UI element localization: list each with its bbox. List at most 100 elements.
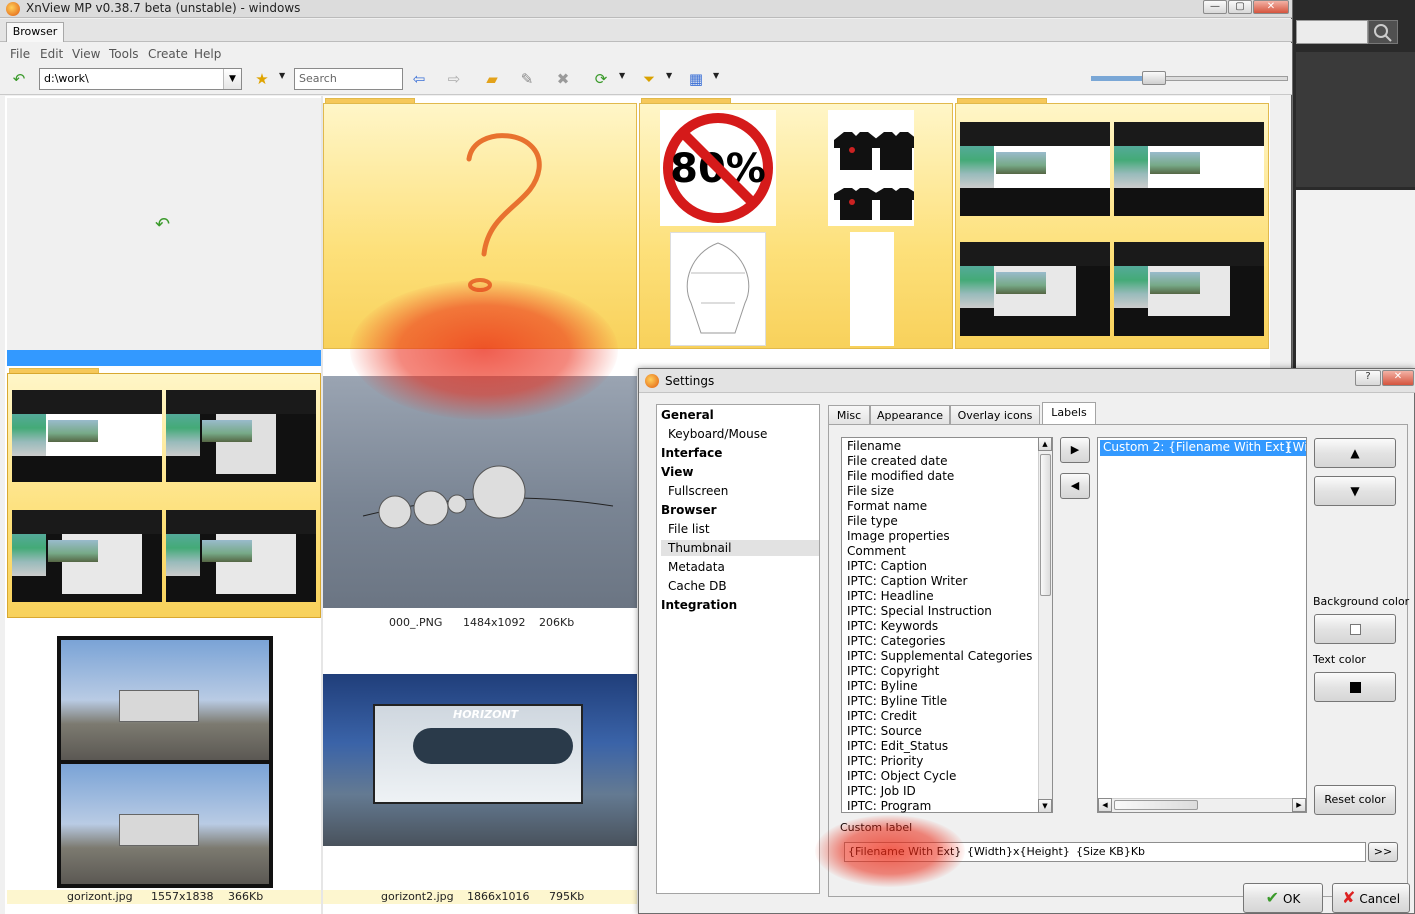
available-field-item[interactable]: File size [847,484,894,499]
menu-file[interactable]: File [10,47,30,61]
available-field-item[interactable]: IPTC: Object Cycle [847,769,956,784]
available-field-item[interactable]: IPTC: Categories [847,634,945,649]
available-field-item[interactable]: File created date [847,454,947,469]
move-up-button[interactable]: ▲ [1314,438,1396,468]
scroll-down-icon[interactable]: ▼ [1038,799,1052,813]
scroll-up-icon[interactable]: ▲ [1038,437,1052,451]
rename-icon[interactable]: ✎ [517,70,537,88]
tab-labels[interactable]: Labels [1042,402,1096,425]
image-cell-gorizont[interactable]: gorizont.jpg 1557x1838 366Kb [7,632,321,914]
reset-color-button[interactable]: Reset color [1314,785,1396,815]
dialog-close-button[interactable]: ✕ [1382,370,1414,386]
available-field-item[interactable]: File type [847,514,898,529]
available-field-item[interactable]: IPTC: Source [847,724,922,739]
filter-dropdown-icon[interactable]: ▼ [666,71,672,80]
available-field-item[interactable]: IPTC: Supplemental Categories [847,649,1032,664]
tree-item-fullscreen[interactable]: Fullscreen [661,483,819,499]
folder-websites-2[interactable] [7,368,321,630]
chevron-down-icon[interactable]: ▼ [223,69,241,89]
favorites-star-icon[interactable]: ★ [252,70,272,88]
close-button[interactable]: ✕ [1253,0,1289,14]
tree-item-keyboard-mouse[interactable]: Keyboard/Mouse [661,426,819,442]
available-field-item[interactable]: IPTC: Byline [847,679,918,694]
cancel-button[interactable]: ✘ Cancel [1332,883,1410,913]
tree-item-view[interactable]: View [661,464,819,480]
scroll-left-icon[interactable]: ◀ [1098,798,1112,812]
tab-browser[interactable]: Browser [6,22,64,42]
available-field-item[interactable]: IPTC: Headline [847,589,934,604]
selected-fields-list[interactable]: Custom 2: {Filename With Ext} {Wic ◀ ▶ [1097,437,1307,813]
menu-view[interactable]: View [72,47,100,61]
new-folder-icon[interactable]: ▰ [482,70,502,88]
available-field-item[interactable]: IPTC: Byline Title [847,694,947,709]
path-combobox[interactable]: d:\work\ ▼ [39,68,242,90]
tree-item-general[interactable]: General [661,407,819,423]
maximize-button[interactable]: ▢ [1228,0,1252,14]
available-field-item[interactable]: IPTC: Caption [847,559,927,574]
text-color-button[interactable] [1314,672,1396,702]
forward-arrow-icon[interactable]: ⇨ [444,70,464,88]
add-field-button[interactable]: ▶ [1060,437,1090,463]
tree-item-cache-db[interactable]: Cache DB [661,578,819,594]
filter-icon[interactable]: ⏷ [639,70,659,88]
parent-folder-icon[interactable]: ↶ [9,70,29,88]
available-field-item[interactable]: IPTC: Job ID [847,784,916,799]
desktop-search-field[interactable] [1296,20,1368,44]
menu-help[interactable]: Help [194,47,221,61]
menu-edit[interactable]: Edit [40,47,63,61]
folder-websites[interactable] [955,98,1269,366]
available-field-item[interactable]: IPTC: Edit_Status [847,739,948,754]
available-field-item[interactable]: IPTC: Keywords [847,619,938,634]
ok-button[interactable]: ✔ OK [1243,883,1323,913]
horizontal-scrollbar[interactable]: ◀ ▶ [1098,798,1306,812]
tab-overlay-icons[interactable]: Overlay icons [950,405,1040,425]
available-field-item[interactable]: IPTC: Copyright [847,664,939,679]
tree-item-interface[interactable]: Interface [661,445,819,461]
scroll-thumb[interactable] [1040,454,1051,596]
menu-tools[interactable]: Tools [109,47,139,61]
available-field-item[interactable]: Image properties [847,529,950,544]
refresh-icon[interactable]: ⟳ [591,70,611,88]
tree-item-file-list[interactable]: File list [661,521,819,537]
available-field-item[interactable]: IPTC: Caption Writer [847,574,967,589]
image-cell-png[interactable]: 000_.PNG 1484x1092 206Kb [323,368,637,630]
sort-dropdown-icon[interactable]: ▼ [619,71,625,80]
tree-item-browser[interactable]: Browser [661,502,819,518]
tree-item-integration[interactable]: Integration [661,597,819,613]
tab-appearance[interactable]: Appearance [870,405,950,425]
available-field-item[interactable]: File modified date [847,469,954,484]
tree-item-metadata[interactable]: Metadata [661,559,819,575]
delete-icon[interactable]: ✖ [553,70,573,88]
view-mode-icon[interactable]: ▦ [686,70,706,88]
scroll-right-icon[interactable]: ▶ [1292,798,1306,812]
available-fields-list[interactable]: Filename File created date File modified d… [841,437,1053,813]
favorites-dropdown-icon[interactable]: ▼ [279,71,285,80]
folder-question[interactable] [323,98,637,366]
available-field-item[interactable]: Comment [847,544,906,559]
available-field-item[interactable]: IPTC: Special Instruction [847,604,992,619]
folder-images[interactable]: 80% [639,98,953,366]
tab-misc[interactable]: Misc [828,405,870,425]
image-cell-gorizont2[interactable]: HORIZONT gorizont2.jpg 1866x1016 795Kb [323,632,637,914]
available-field-item[interactable]: IPTC: Priority [847,754,923,769]
scroll-thumb[interactable] [1114,800,1198,810]
move-down-button[interactable]: ▼ [1314,476,1396,506]
view-mode-dropdown-icon[interactable]: ▼ [713,71,719,80]
help-button[interactable]: ? [1355,370,1381,386]
vertical-scrollbar[interactable]: ▲ ▼ [1038,437,1052,813]
tree-item-thumbnail[interactable]: Thumbnail [661,540,819,556]
desktop-search-icon[interactable] [1368,20,1398,44]
available-field-item[interactable]: IPTC: Program [847,799,931,814]
selected-field-item[interactable]: Custom 2: {Filename With Ext} {Wic [1100,440,1306,456]
available-field-item[interactable]: Filename [847,439,901,454]
available-field-item[interactable]: IPTC: Credit [847,709,917,724]
parent-folder-cell[interactable]: ↶ [7,98,321,366]
minimize-button[interactable]: — [1203,0,1227,14]
menu-create[interactable]: Create [148,47,188,61]
search-input[interactable]: Search [294,68,403,90]
insert-field-button[interactable]: >> [1368,842,1398,862]
back-arrow-icon[interactable]: ⇦ [409,70,429,88]
slider-thumb[interactable] [1142,71,1166,85]
available-field-item[interactable]: Format name [847,499,927,514]
remove-field-button[interactable]: ◀ [1060,473,1090,499]
